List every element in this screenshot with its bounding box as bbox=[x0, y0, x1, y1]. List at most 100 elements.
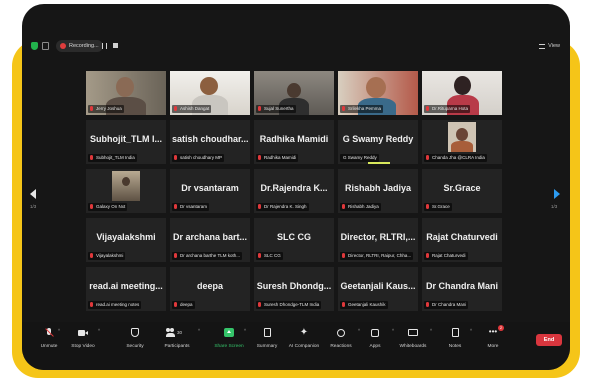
participant-name-label: SLC CG bbox=[256, 252, 283, 260]
mic-muted-icon bbox=[342, 253, 345, 258]
mic-muted-icon bbox=[174, 204, 177, 209]
participant-tile[interactable]: Radhika Mamidi Radhika Mamidi bbox=[254, 120, 334, 164]
participant-display-name: Dr archana bart... bbox=[172, 232, 248, 242]
mic-muted-icon bbox=[174, 155, 177, 160]
participant-name-label: Dr archana barthe TLM koth... bbox=[172, 252, 242, 260]
participant-tile[interactable]: Sr.Grace Sr.Grace bbox=[422, 169, 502, 213]
participant-tile[interactable]: Rajat Chaturvedi Rajat Chaturvedi bbox=[422, 218, 502, 262]
participant-tile[interactable]: G Swamy Reddy G Swamy Reddy bbox=[338, 120, 418, 164]
participant-display-name: Subhojit_TLM I... bbox=[90, 134, 162, 144]
profile-photo bbox=[448, 122, 476, 152]
participant-display-name: Dr vsantaram bbox=[181, 183, 239, 193]
participant-name-label: Sujal Sunertha bbox=[256, 105, 296, 113]
participant-display-name: Dr.Rajendra K... bbox=[260, 183, 328, 193]
participant-display-name: read.ai meeting... bbox=[89, 281, 163, 291]
recording-label: Recording... bbox=[69, 43, 99, 49]
participant-display-name: Rishabh Jadiya bbox=[344, 183, 412, 193]
participant-name-label: Rishabh Jadiya bbox=[340, 203, 381, 211]
participant-name-label: Dr Chandra Mani bbox=[424, 301, 469, 309]
participant-tile[interactable]: Dr.Rituparna Hota bbox=[422, 71, 502, 115]
participant-tile[interactable]: Sujal Sunertha bbox=[254, 71, 334, 115]
participant-tile[interactable]: Rishabh Jadiya Rishabh Jadiya bbox=[338, 169, 418, 213]
participants-button[interactable]: 30 Participants bbox=[154, 328, 200, 362]
video-camera-icon bbox=[78, 328, 88, 338]
participant-tile[interactable]: SLC CG SLC CG bbox=[254, 218, 334, 262]
mic-muted-icon bbox=[258, 155, 261, 160]
view-label: View bbox=[548, 43, 560, 49]
mic-muted-icon bbox=[174, 106, 177, 111]
top-bar: Recording... View bbox=[22, 4, 570, 56]
mic-muted-icon bbox=[258, 253, 261, 258]
participant-tile[interactable]: Dr archana bart... Dr archana barthe TLM… bbox=[170, 218, 250, 262]
info-icon[interactable] bbox=[42, 42, 49, 50]
participant-display-name: Radhika Mamidi bbox=[259, 134, 329, 144]
mic-muted-icon bbox=[426, 204, 429, 209]
participant-name-label: Srilekha Pemma bbox=[340, 105, 384, 113]
mic-muted-icon bbox=[342, 204, 345, 209]
participant-tile[interactable]: Dr Chandra Mani Dr Chandra Mani bbox=[422, 267, 502, 311]
stop-icon[interactable] bbox=[113, 43, 118, 48]
participant-tile[interactable]: Geetanjali Kaus... Geetanjali Kaushik bbox=[338, 267, 418, 311]
participant-display-name: Suresh Dhondg... bbox=[256, 281, 332, 291]
mic-muted-icon bbox=[342, 106, 345, 111]
stop-video-button[interactable]: Stop Video bbox=[60, 328, 106, 362]
participant-name-label: Rajat Chaturvedi bbox=[424, 252, 468, 260]
participant-tile[interactable]: Ashish Dangat bbox=[170, 71, 250, 115]
participant-name-label: Dr Rajendra K. Singh bbox=[256, 203, 309, 211]
mic-muted-icon bbox=[426, 106, 429, 111]
participants-options-caret[interactable]: ^ bbox=[198, 328, 200, 333]
participant-tile[interactable]: deepa deepa bbox=[170, 267, 250, 311]
participant-tile[interactable]: Dr vsantaram Dr vsantaram bbox=[170, 169, 250, 213]
participant-name-label: Ashish Dangat bbox=[172, 105, 212, 113]
pause-icon[interactable] bbox=[102, 43, 107, 49]
mic-muted-icon bbox=[342, 302, 345, 307]
next-page-icon[interactable] bbox=[554, 189, 560, 199]
whiteboards-button[interactable]: Whiteboards bbox=[390, 328, 436, 362]
record-dot-icon bbox=[60, 43, 66, 49]
mic-muted-icon bbox=[90, 204, 93, 209]
view-button[interactable]: View bbox=[539, 42, 560, 51]
recording-indicator: Recording... bbox=[56, 40, 103, 52]
participant-tile[interactable]: Director, RLTRI,... Director, RLTRI, Rai… bbox=[338, 218, 418, 262]
security-button[interactable]: Security bbox=[112, 328, 158, 362]
participant-tile[interactable]: Vijayalakshmi Vijayalakshmi bbox=[86, 218, 166, 262]
participant-name-label: read.ai meeting notes bbox=[88, 301, 142, 309]
participant-name-label: Jerry Joshua bbox=[88, 105, 124, 113]
page-indicator-right: 1/3 bbox=[551, 204, 558, 209]
more-button[interactable]: ••• 2 More bbox=[470, 325, 516, 362]
mic-muted-icon bbox=[90, 106, 93, 111]
grid-view-icon bbox=[539, 44, 546, 49]
participant-display-name: G Swamy Reddy bbox=[342, 134, 414, 144]
participant-tile[interactable]: Chanda Jha @CLRA India bbox=[422, 120, 502, 164]
profile-photo bbox=[112, 171, 140, 201]
apps-icon bbox=[370, 328, 380, 338]
participant-tile[interactable]: Dr.Rajendra K... Dr Rajendra K. Singh bbox=[254, 169, 334, 213]
participant-tile[interactable]: Galaxy On Nxt bbox=[86, 169, 166, 213]
mic-muted-icon bbox=[90, 253, 93, 258]
notification-badge: 2 bbox=[498, 325, 504, 331]
mic-muted-icon bbox=[174, 253, 177, 258]
participant-name-label: Chanda Jha @CLRA India bbox=[424, 154, 487, 162]
security-shield-icon[interactable] bbox=[31, 42, 38, 50]
participant-tile[interactable]: satish choudhar... satish choudhary MP bbox=[170, 120, 250, 164]
participant-tile[interactable]: Subhojit_TLM I... Subhojit_TLM India bbox=[86, 120, 166, 164]
end-meeting-button[interactable]: End bbox=[536, 334, 562, 346]
participant-name-label: Galaxy On Nxt bbox=[88, 203, 128, 211]
participant-tile[interactable]: Suresh Dhondg... Suresh Dhondge-TLM Indi… bbox=[254, 267, 334, 311]
participant-tile[interactable]: Jerry Joshua bbox=[86, 71, 166, 115]
mic-muted-icon bbox=[426, 302, 429, 307]
participant-tile[interactable]: read.ai meeting... read.ai meeting notes bbox=[86, 267, 166, 311]
emoji-plus-icon bbox=[336, 328, 346, 338]
video-options-caret[interactable]: ^ bbox=[98, 328, 100, 333]
participant-tile-active-speaker[interactable]: Srilekha Pemma bbox=[338, 71, 418, 115]
participant-name-label: Vijayalakshmi bbox=[88, 252, 126, 260]
previous-page-icon[interactable] bbox=[30, 189, 36, 199]
participant-name-label: Subhojit_TLM India bbox=[88, 154, 137, 162]
mic-muted-icon bbox=[90, 155, 93, 160]
mic-muted-icon bbox=[90, 302, 93, 307]
participant-display-name: Vijayalakshmi bbox=[96, 232, 156, 242]
document-icon bbox=[262, 328, 272, 338]
participant-display-name: SLC CG bbox=[276, 232, 311, 242]
mic-muted-icon bbox=[44, 328, 54, 338]
meeting-toolbar: Unmute ^ Stop Video ^ Security 30 Partic… bbox=[22, 322, 570, 370]
